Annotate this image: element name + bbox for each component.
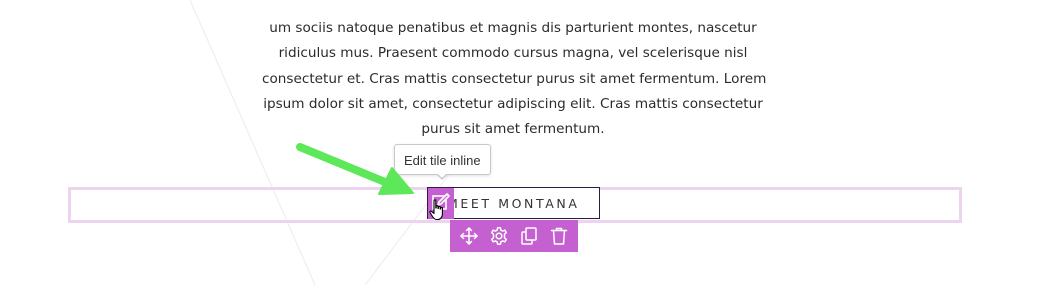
move-button[interactable] <box>456 223 482 249</box>
move-icon <box>460 227 478 245</box>
body-paragraph: um sociis natoque penatibus et magnis di… <box>262 16 767 142</box>
paragraph-line: purus sit amet fermentum. <box>421 121 605 138</box>
paragraph-line: um sociis natoque penatibus et magnis di… <box>269 20 757 36</box>
gear-icon <box>490 227 508 245</box>
edit-tile-inline-button[interactable] <box>428 188 454 219</box>
paragraph-line: ipsum dolor sit amet, consectetur adipis… <box>263 95 763 112</box>
edit-tooltip: Edit tile inline <box>394 144 491 175</box>
paragraph-line: ridiculus mus. Praesent commodo cursus m… <box>278 45 748 62</box>
paragraph-line: consectetur et. Cras mattis consectetur … <box>262 70 767 87</box>
trash-icon <box>550 227 568 245</box>
tooltip-pointer-fill <box>437 173 447 178</box>
duplicate-button[interactable] <box>516 223 542 249</box>
duplicate-icon <box>521 227 537 245</box>
tile-toolbar <box>450 220 578 252</box>
pencil-icon <box>432 193 450 210</box>
settings-button[interactable] <box>486 223 512 249</box>
tile-heading-text: MEET MONTANA <box>447 196 580 211</box>
delete-button[interactable] <box>546 223 572 249</box>
